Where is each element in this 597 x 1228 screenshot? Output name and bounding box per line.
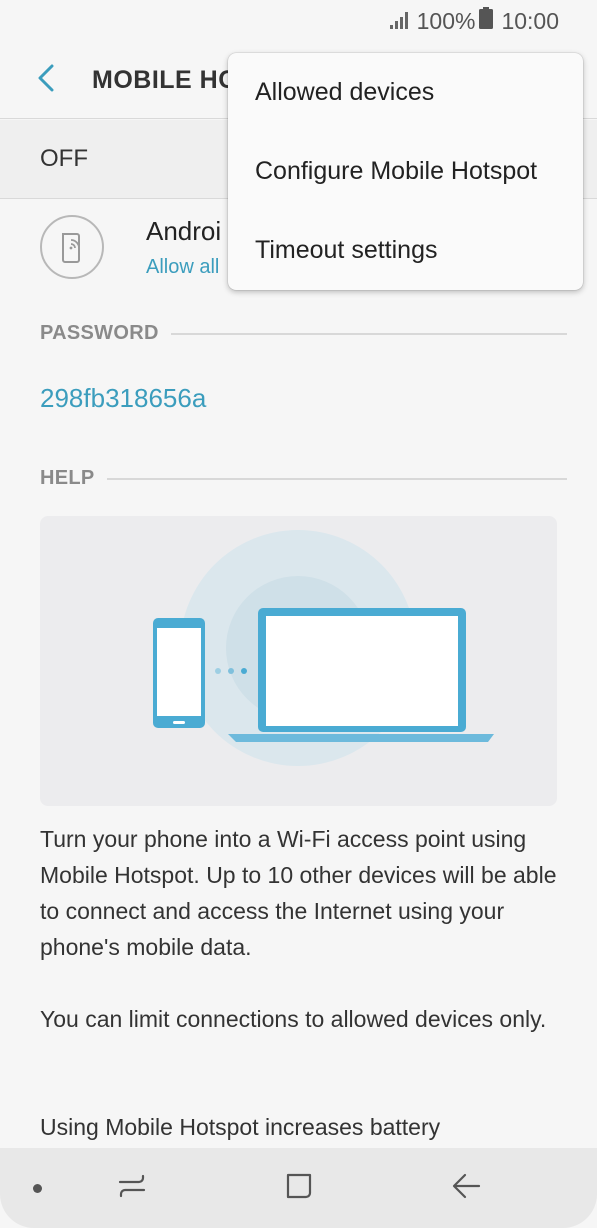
status-bar: 100% 10:00	[0, 0, 597, 42]
menu-item-allowed-devices[interactable]: Allowed devices	[228, 53, 583, 132]
section-line	[170, 332, 567, 335]
help-header-label: HELP	[40, 467, 95, 489]
overflow-menu: Allowed devices Configure Mobile Hotspot…	[228, 53, 583, 290]
nav-back-button[interactable]	[446, 1168, 486, 1208]
password-section-header: PASSWORD	[40, 322, 567, 345]
nav-back-icon	[451, 1172, 481, 1205]
home-icon	[284, 1171, 314, 1206]
help-paragraph: Using Mobile Hotspot increases battery	[40, 1114, 441, 1140]
back-button[interactable]	[0, 42, 92, 118]
nav-indicator-dot	[33, 1184, 42, 1193]
home-button[interactable]	[279, 1168, 319, 1208]
device-name: Androi	[146, 216, 222, 246]
recents-button[interactable]	[112, 1168, 152, 1208]
switch-state-label: OFF	[40, 145, 88, 172]
help-paragraph: Turn your phone into a Wi-Fi access poin…	[40, 826, 557, 960]
menu-item-timeout-settings[interactable]: Timeout settings	[228, 211, 583, 290]
password-value[interactable]: 298fb318656a	[40, 383, 206, 414]
back-arrow-icon	[36, 64, 58, 97]
help-section-header: HELP	[40, 467, 567, 490]
navigation-bar	[0, 1148, 597, 1228]
section-line	[106, 477, 567, 480]
signal-bars-icon	[389, 8, 411, 35]
password-header-label: PASSWORD	[40, 322, 159, 344]
help-paragraph: You can limit connections to allowed dev…	[40, 1006, 547, 1032]
phone-sharing-to-laptop-illustration	[40, 516, 557, 806]
battery-full-icon	[479, 7, 494, 35]
battery-percent: 100%	[416, 7, 476, 34]
recents-icon	[117, 1173, 147, 1204]
menu-item-configure-hotspot[interactable]: Configure Mobile Hotspot	[228, 132, 583, 211]
clock: 10:00	[501, 7, 559, 34]
hotspot-device-icon	[40, 215, 104, 279]
screen: 100% 10:00 MOBILE HOT OFF Androi Allow a…	[0, 0, 597, 1228]
device-subtitle: Allow all	[146, 256, 220, 278]
